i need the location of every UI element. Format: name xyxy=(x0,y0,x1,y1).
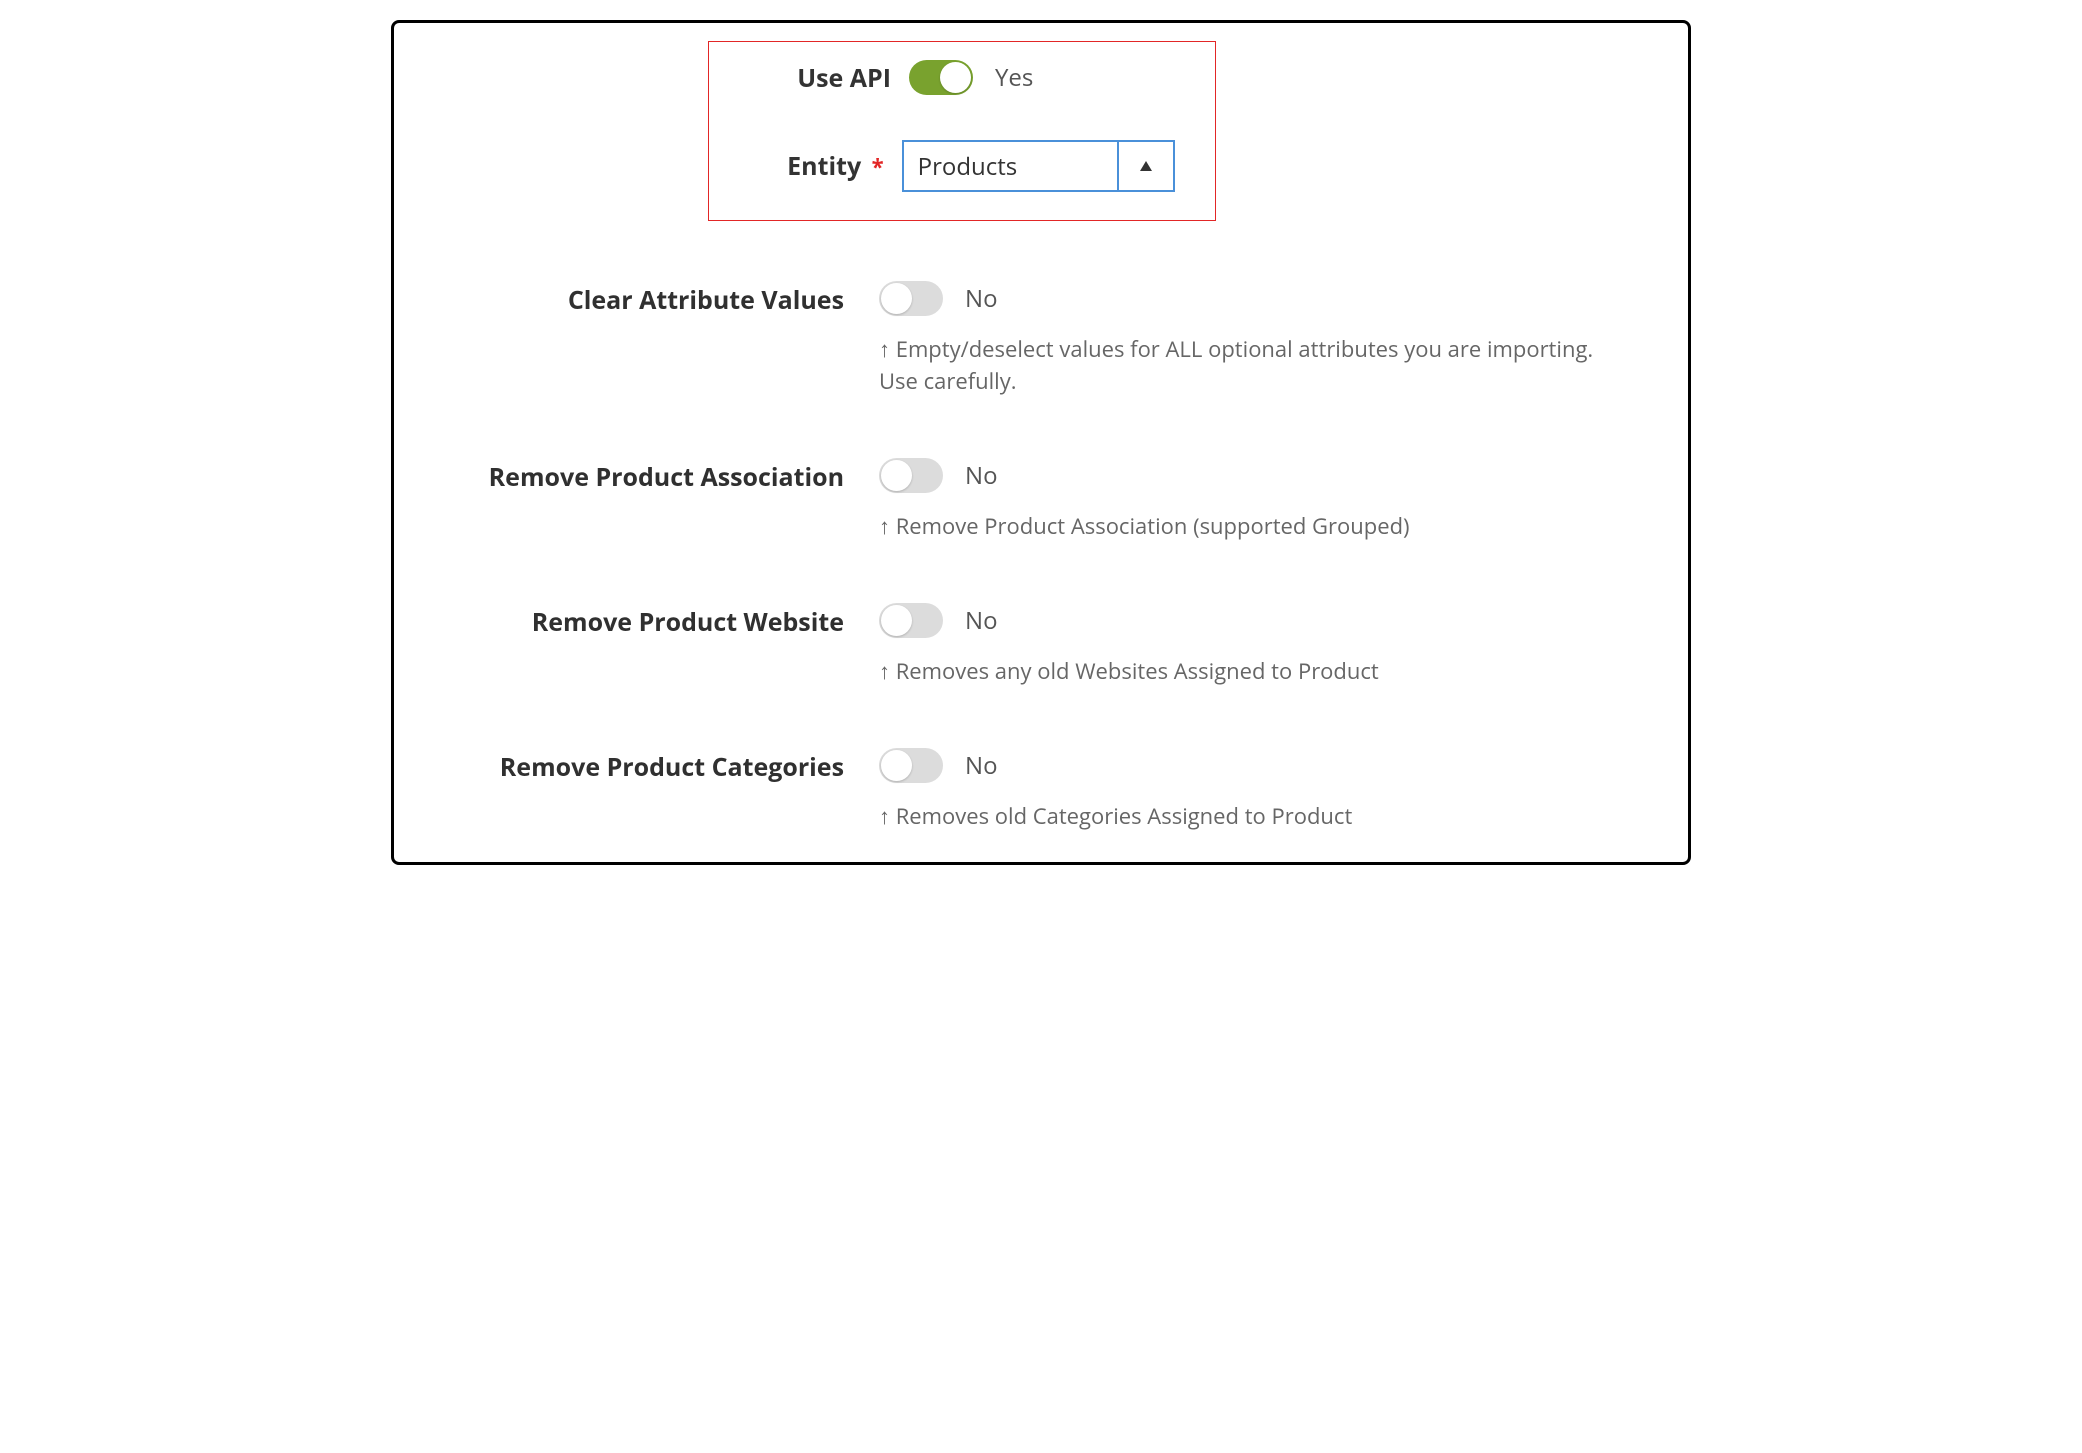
toggle-knob-icon xyxy=(881,460,912,491)
settings-panel: Use API Yes Entity * Products Clear Attr… xyxy=(391,20,1691,865)
setting-remove-product-categories: Remove Product Categories No ↑ Removes o… xyxy=(424,748,1658,833)
setting-label: Clear Attribute Values xyxy=(568,283,844,317)
chevron-up-icon xyxy=(1117,142,1173,190)
setting-helper-text: ↑ Remove Product Association (supported … xyxy=(879,511,1599,543)
toggle-knob-icon xyxy=(881,750,912,781)
remove-product-association-toggle[interactable] xyxy=(879,458,943,493)
setting-clear-attribute-values: Clear Attribute Values No ↑ Empty/desele… xyxy=(424,281,1658,398)
setting-state-text: No xyxy=(965,282,998,315)
use-api-toggle[interactable] xyxy=(909,60,973,95)
use-api-state-text: Yes xyxy=(995,61,1033,94)
setting-remove-product-association: Remove Product Association No ↑ Remove P… xyxy=(424,458,1658,543)
setting-helper-text: ↑ Empty/deselect values for ALL optional… xyxy=(879,334,1599,398)
setting-label: Remove Product Association xyxy=(489,460,844,494)
setting-helper-text: ↑ Removes old Categories Assigned to Pro… xyxy=(879,801,1599,833)
clear-attribute-values-toggle[interactable] xyxy=(879,281,943,316)
setting-helper-text: ↑ Removes any old Websites Assigned to P… xyxy=(879,656,1599,688)
setting-state-text: No xyxy=(965,749,998,782)
toggle-knob-icon xyxy=(940,62,971,93)
setting-label: Remove Product Website xyxy=(532,605,844,639)
toggle-knob-icon xyxy=(881,283,912,314)
remove-product-website-toggle[interactable] xyxy=(879,603,943,638)
setting-remove-product-website: Remove Product Website No ↑ Removes any … xyxy=(424,603,1658,688)
entity-row: Entity * Products xyxy=(749,140,1175,192)
use-api-label: Use API xyxy=(749,61,909,95)
remove-product-categories-toggle[interactable] xyxy=(879,748,943,783)
entity-select[interactable]: Products xyxy=(902,140,1175,192)
toggle-knob-icon xyxy=(881,605,912,636)
setting-state-text: No xyxy=(965,604,998,637)
setting-state-text: No xyxy=(965,459,998,492)
highlighted-section: Use API Yes Entity * Products xyxy=(708,41,1216,221)
setting-label: Remove Product Categories xyxy=(500,750,844,784)
required-marker: * xyxy=(872,152,884,182)
entity-label: Entity * xyxy=(749,149,902,183)
use-api-row: Use API Yes xyxy=(749,60,1175,95)
entity-select-value: Products xyxy=(904,142,1117,190)
